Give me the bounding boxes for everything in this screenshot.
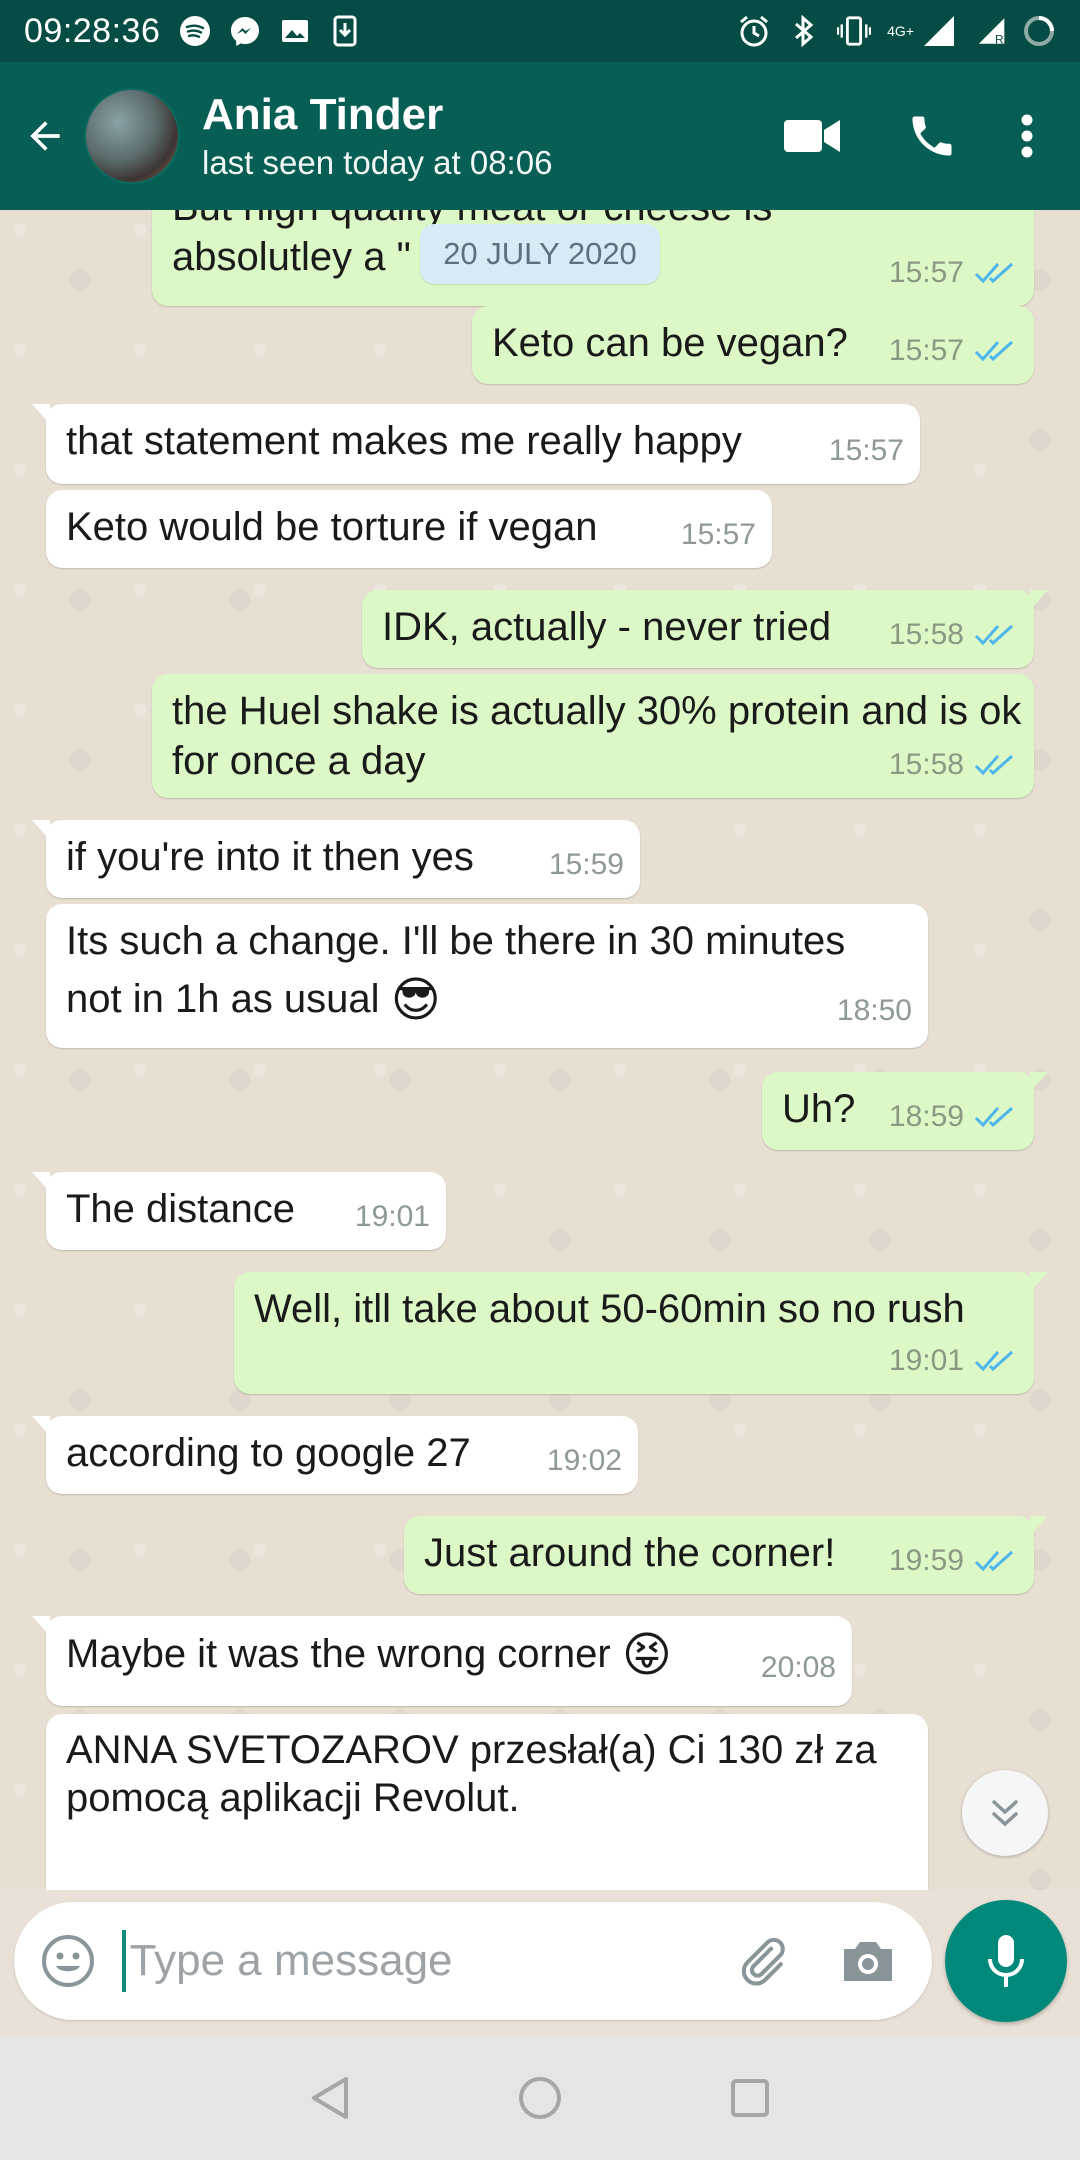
nav-home-button[interactable]: [510, 2068, 570, 2128]
battery-icon: [1022, 14, 1056, 48]
back-button[interactable]: [8, 62, 82, 210]
message-time: 19:01: [354, 1200, 430, 1233]
message-bubble[interactable]: Maybe it was the wrong corner 😝 20:08: [32, 1616, 852, 1706]
mic-icon: [988, 1935, 1024, 1987]
circle-home-icon: [519, 2077, 561, 2119]
gallery-icon: [278, 14, 312, 48]
more-vert-icon: [1021, 114, 1033, 158]
voice-record-button[interactable]: [945, 1900, 1067, 2022]
message-text: Its such a change. I'll be there in 30 m…: [66, 919, 846, 1021]
contact-avatar[interactable]: [84, 88, 180, 184]
message-time: 15:57: [888, 334, 964, 367]
paperclip-icon: [741, 1937, 785, 1986]
message-input[interactable]: [121, 1930, 707, 1992]
read-receipt-icon: [974, 1550, 1014, 1572]
vibrate-icon: [837, 14, 872, 48]
nav-back-button[interactable]: [300, 2068, 360, 2128]
message-time: 20:08: [760, 1651, 836, 1684]
message-time: 18:50: [836, 994, 912, 1027]
contact-info[interactable]: Ania Tinder last seen today at 08:06: [202, 88, 752, 184]
message-time: 18:59: [888, 1100, 964, 1133]
chevrons-down-icon: [992, 1800, 1018, 1827]
alarm-icon: [737, 14, 771, 48]
more-options-button[interactable]: [992, 62, 1062, 210]
last-seen: last seen today at 08:06: [202, 144, 553, 181]
camera-button[interactable]: [814, 1902, 922, 2020]
messenger-icon: [228, 14, 262, 48]
emoji-button[interactable]: [14, 1902, 122, 2020]
read-receipt-icon: [974, 624, 1014, 646]
message-text: if you're into it then yes: [66, 835, 474, 879]
message-bubble[interactable]: if you're into it then yes 15:59: [32, 820, 640, 898]
message-time: 19:59: [888, 1544, 964, 1577]
read-receipt-icon: [974, 262, 1014, 284]
message-compose-bar: [14, 1902, 932, 2020]
message-bubble[interactable]: IDK, actually - never tried 15:58: [362, 590, 1048, 668]
message-bubble[interactable]: Uh? 18:59: [762, 1072, 1048, 1150]
chat-header: Ania Tinder last seen today at 08:06: [0, 62, 1080, 210]
attach-button[interactable]: [707, 1902, 815, 2020]
message-bubble[interactable]: according to google 27 19:02: [32, 1416, 638, 1494]
message-text: Maybe it was the wrong corner: [66, 1632, 611, 1676]
camera-icon: [844, 1942, 893, 1981]
triangle-back-icon: [312, 2077, 348, 2119]
message-time: 15:57: [680, 518, 756, 551]
message-time: 15:59: [548, 848, 624, 881]
spotify-icon: [178, 14, 212, 48]
date-pill: 20 JULY 2020: [420, 224, 660, 284]
message-time: 15:58: [888, 748, 964, 781]
read-receipt-icon: [974, 340, 1014, 362]
tongue-emoji-icon: 😝: [621, 1629, 672, 1683]
voice-call-button[interactable]: [872, 62, 992, 210]
sunglasses-emoji-icon: 😎: [390, 974, 441, 1028]
read-receipt-icon: [974, 1106, 1014, 1128]
message-time: 19:02: [546, 1444, 622, 1477]
message-text: Just around the corner!: [424, 1531, 836, 1575]
read-receipt-icon: [974, 754, 1014, 776]
message-text: ANNA SVETOZAROV przesłał(a) Ci 130 zł za…: [66, 1728, 877, 1820]
video-camera-icon: [784, 120, 840, 152]
message-text: according to google 27: [66, 1431, 471, 1475]
square-recents-icon: [731, 2079, 769, 2117]
chat-area[interactable]: But high quality meat or cheese is absol…: [0, 210, 1080, 1890]
status-bar: 09:28:36 4G+ R: [0, 0, 1080, 62]
scroll-to-bottom-button[interactable]: [962, 1770, 1048, 1856]
message-bubble[interactable]: Well, itll take about 50-60min so no rus…: [234, 1272, 1048, 1394]
message-time: 15:57: [828, 434, 904, 467]
read-receipt-icon: [974, 1350, 1014, 1372]
system-nav-bar: [0, 2036, 1080, 2160]
message-bubble[interactable]: the Huel shake is actually 30% protein a…: [152, 674, 1034, 798]
signal-4g-icon: 4G+: [887, 14, 956, 48]
message-bubble[interactable]: Its such a change. I'll be there in 30 m…: [46, 904, 928, 1048]
message-text: Keto would be torture if vegan: [66, 505, 598, 549]
arrow-left-icon: [30, 121, 60, 151]
message-bubble[interactable]: that statement makes me really happy 15:…: [32, 404, 920, 484]
message-bubble[interactable]: The distance 19:01: [32, 1172, 446, 1250]
message-time: 19:01: [888, 1344, 964, 1377]
status-time: 09:28:36: [24, 11, 161, 50]
download-icon: [328, 14, 362, 48]
message-time: 15:57: [888, 256, 964, 289]
message-text: Well, itll take about 50-60min so no rus…: [254, 1287, 965, 1331]
emoji-icon: [41, 1935, 94, 1987]
message-text: The distance: [66, 1187, 296, 1231]
message-bubble[interactable]: ANNA SVETOZAROV przesłał(a) Ci 130 zł za…: [46, 1714, 928, 1890]
message-bubble[interactable]: Keto would be torture if vegan 15:57: [46, 490, 772, 568]
message-text: Uh?: [782, 1087, 856, 1131]
svg-text:R: R: [995, 33, 1004, 47]
message-bubble[interactable]: Just around the corner! 19:59: [404, 1516, 1048, 1594]
phone-icon: [912, 116, 952, 156]
message-text: that statement makes me really happy: [66, 419, 742, 463]
message-text: IDK, actually - never tried: [382, 605, 832, 649]
message-time: 15:58: [888, 618, 964, 651]
message-text: Keto can be vegan?: [492, 321, 848, 365]
signal-r-icon: R: [972, 14, 1006, 48]
message-bubble[interactable]: Keto can be vegan? 15:57: [472, 306, 1034, 384]
contact-name: Ania Tinder: [202, 90, 444, 139]
bluetooth-icon: [787, 14, 821, 48]
nav-recents-button[interactable]: [720, 2068, 780, 2128]
video-call-button[interactable]: [752, 62, 872, 210]
